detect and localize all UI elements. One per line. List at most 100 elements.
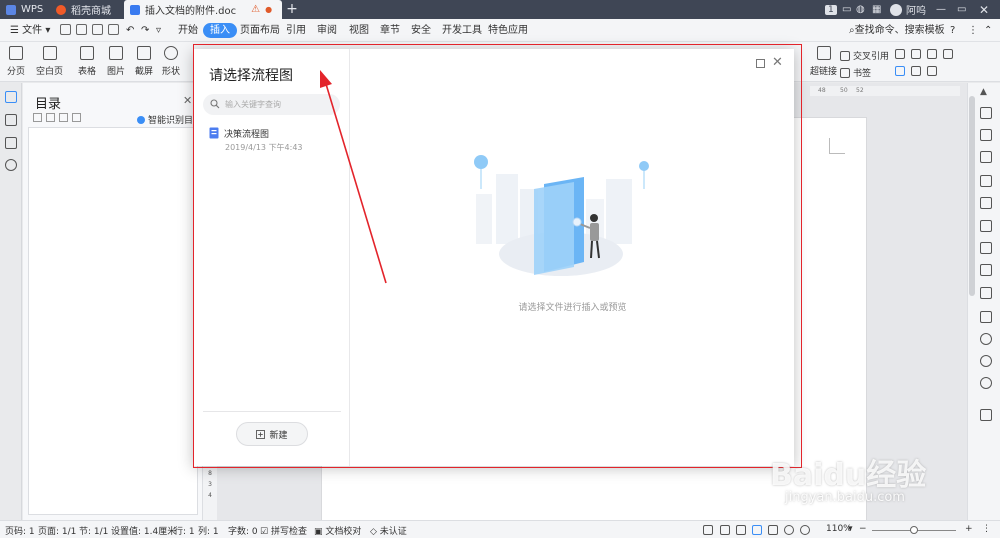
edit-icon[interactable] [736,525,746,535]
cursor-icon[interactable] [980,129,992,141]
hyperlink-button[interactable]: 超链接 [810,46,837,77]
history-icon[interactable] [980,355,992,367]
status-word-count[interactable]: 字数: 0 [228,524,258,537]
menu-start[interactable]: 开始 [174,23,202,38]
adjust-icon[interactable] [980,175,992,187]
expand-icon[interactable] [33,113,42,122]
toc-title: 目录 [35,97,62,112]
proofread-button[interactable]: ▣ 文档校对 [314,524,361,537]
help-icon[interactable] [980,377,992,389]
watermark-icon[interactable] [943,49,953,59]
cross-reference-button[interactable]: 交叉引用 [840,49,889,62]
panel-divider [203,411,341,412]
add-icon[interactable] [59,113,68,122]
menu-insert[interactable]: 插入 [203,23,237,38]
menu-special[interactable]: 特色应用 [484,23,532,38]
shapes-icon[interactable] [980,151,992,163]
menu-chapter[interactable]: 章节 [376,23,404,38]
tab-wps[interactable]: WPS [0,0,48,19]
collapse-icon[interactable] [46,113,55,122]
menu-reference[interactable]: 引用 [282,23,310,38]
dialog-close-button[interactable]: ✕ [772,55,783,70]
file-menu[interactable]: ☰ 文件 ▾ [6,23,54,38]
object-icon[interactable] [895,66,905,76]
command-search[interactable]: ⌕查找命令、搜索模板 [845,23,949,38]
download-icon[interactable] [980,333,992,345]
window-layout-icon[interactable]: ▭ [842,0,851,19]
picture-button[interactable]: 图片 [107,46,125,77]
page-number-icon[interactable] [927,49,937,59]
eye-protection-icon[interactable] [800,525,810,535]
minimize-button[interactable]: — [936,0,946,19]
file-date: 2019/4/13 下午4:43 [225,143,303,152]
menu-devtools[interactable]: 开发工具 [438,23,486,38]
toc-list[interactable] [28,127,198,515]
spell-check-button[interactable]: ☑ 拼写检查 [260,524,307,537]
help-button[interactable]: ? [946,23,959,38]
scroll-up-icon[interactable]: ▲ [980,87,992,99]
new-tab-button[interactable]: + [284,0,300,19]
settings-icon[interactable] [980,264,992,276]
zoom-slider-handle[interactable] [910,526,918,534]
scroll-down-icon[interactable] [980,409,992,421]
zoom-in-button[interactable]: + [965,524,973,534]
web-view-icon[interactable] [784,525,794,535]
page-break-button[interactable]: 分页 [7,46,25,77]
redo-icon[interactable]: ↷ [137,23,153,38]
chapter-nav-icon[interactable] [5,114,17,126]
menu-security[interactable]: 安全 [407,23,435,38]
text-box-icon[interactable] [895,49,905,59]
menu-view[interactable]: 视图 [345,23,373,38]
menu-layout[interactable]: 页面布局 [236,23,284,38]
page-view-icon[interactable] [752,525,762,535]
shape-button[interactable]: 形状 [162,46,180,77]
save-icon[interactable] [60,24,71,35]
fullscreen-icon[interactable] [703,525,713,535]
user-account[interactable]: 阿呜 [890,0,926,19]
skin-icon[interactable]: ◍ [856,0,865,19]
table-button[interactable]: 表格 [78,46,96,77]
close-window-button[interactable]: ✕ [979,0,989,19]
symbol-icon[interactable] [927,66,937,76]
status-column: 列: 1 [198,527,219,537]
page-layout-icon[interactable] [720,525,730,535]
vertical-scrollbar[interactable] [969,96,975,296]
export-icon[interactable] [76,24,87,35]
find-nav-icon[interactable] [5,159,17,171]
remove-icon[interactable] [72,113,81,122]
file-list-item[interactable]: 决策流程图 2019/4/13 下午4:43 [209,127,344,157]
quick-access-more-icon[interactable]: ▿ [152,23,165,38]
bookmark-nav-icon[interactable] [5,137,17,149]
blank-page-button[interactable]: 空白页 [36,46,63,77]
search-input[interactable] [225,97,335,112]
print-icon[interactable] [92,24,103,35]
collapse-ribbon-icon[interactable]: ⌃ [980,23,996,38]
share-icon[interactable] [980,242,992,254]
bookmark-button[interactable]: 书签 [840,66,871,79]
header-footer-icon[interactable] [911,49,921,59]
zoom-out-button[interactable]: − [859,524,867,534]
maximize-button[interactable]: ▭ [957,0,966,19]
image-icon[interactable] [980,311,992,323]
preview-icon[interactable] [108,24,119,35]
translate-icon[interactable] [980,287,992,299]
status-more-icon[interactable]: ⋮ [982,524,991,534]
pen-icon[interactable] [980,107,992,119]
zoom-dropdown-icon[interactable]: ▾ [848,524,853,534]
document-tools-icon[interactable] [980,197,992,209]
new-flowchart-button[interactable]: 新建 [236,422,308,446]
tab-count-badge[interactable]: 1 [825,0,837,19]
undo-icon[interactable]: ↶ [122,23,138,38]
certification-status[interactable]: ◇ 未认证 [370,524,407,537]
grid-icon[interactable]: ▦ [872,0,881,19]
date-icon[interactable] [911,66,921,76]
dialog-maximize-button[interactable] [756,59,765,68]
tab-document[interactable]: 插入文档的附件.doc ⚠ ● [124,0,282,19]
read-view-icon[interactable] [768,525,778,535]
screenshot-button[interactable]: 截屏 [135,46,153,77]
menu-review[interactable]: 审阅 [313,23,341,38]
tab-daoke[interactable]: 稻壳商城 [50,0,122,19]
toc-nav-icon[interactable] [5,91,17,103]
close-icon[interactable]: ✕ [183,94,192,107]
star-icon[interactable] [980,220,992,232]
